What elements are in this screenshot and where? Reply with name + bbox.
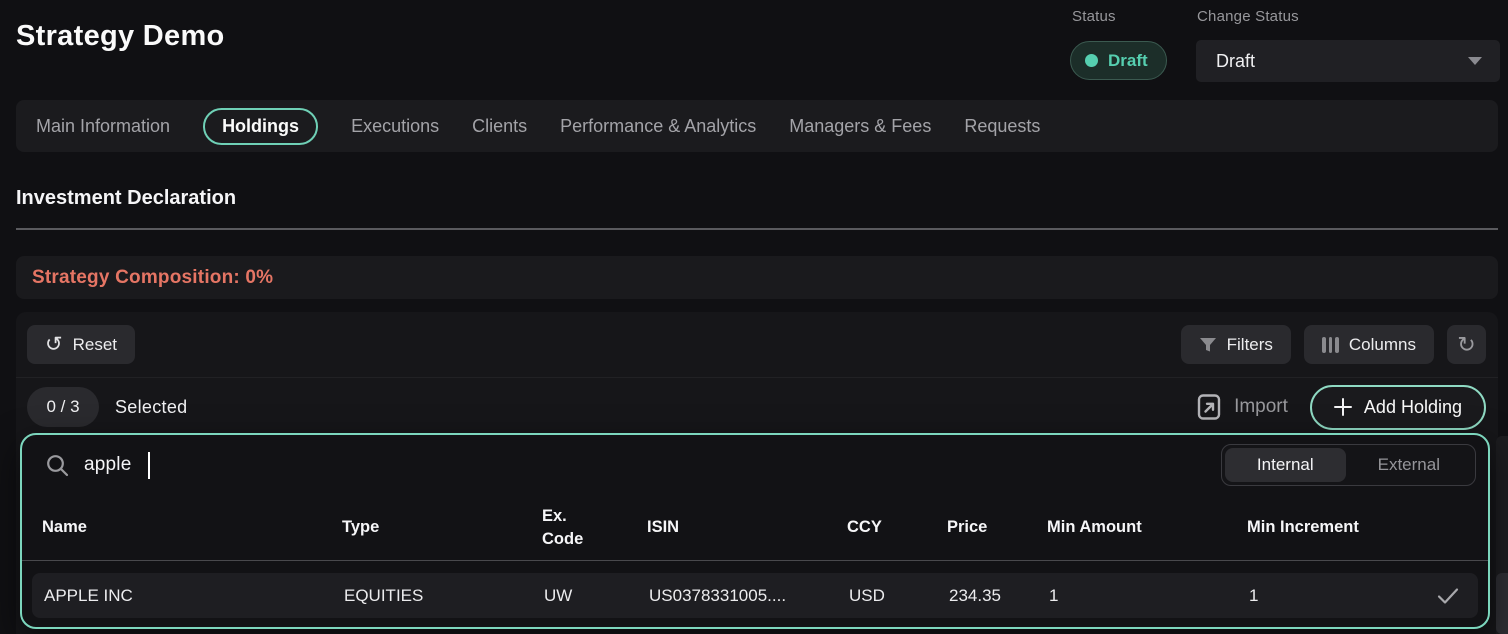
tab-performance-analytics[interactable]: Performance & Analytics (560, 116, 756, 137)
import-button-label: Import (1234, 396, 1288, 418)
tab-clients[interactable]: Clients (472, 116, 527, 137)
tab-main-information[interactable]: Main Information (36, 116, 170, 137)
add-holding-button[interactable]: Add Holding (1310, 385, 1486, 430)
source-toggle: Internal External (1221, 444, 1476, 486)
search-icon (46, 454, 69, 477)
selected-label: Selected (115, 397, 187, 418)
toggle-internal[interactable]: Internal (1225, 448, 1346, 482)
selection-row: 0 / 3 Selected Import Add Holding (16, 378, 1498, 436)
reset-button-label: Reset (73, 335, 117, 355)
strategy-composition-bar: Strategy Composition: 0% (16, 256, 1498, 299)
section-title: Investment Declaration (16, 187, 236, 210)
col-header-ccy: CCY (847, 518, 947, 537)
status-label: Status (1072, 8, 1116, 25)
tab-holdings[interactable]: Holdings (203, 108, 318, 145)
col-header-name: Name (42, 518, 342, 537)
import-button[interactable]: Import (1197, 394, 1288, 420)
col-header-type: Type (342, 518, 542, 537)
selected-count-badge: 0 / 3 (27, 387, 99, 427)
cell-price: 234.35 (949, 586, 1049, 606)
cell-ccy: USD (849, 586, 949, 606)
results-table-header: Name Type Ex. Code ISIN CCY Price Min Am… (22, 495, 1488, 561)
columns-icon (1322, 337, 1339, 353)
chevron-down-icon (1468, 57, 1482, 65)
import-file-icon (1197, 394, 1221, 420)
refresh-icon: ↻ (1457, 334, 1475, 356)
change-status-label: Change Status (1197, 8, 1299, 25)
search-row: apple Internal External (22, 435, 1488, 495)
columns-button-label: Columns (1349, 335, 1416, 355)
table-toolbar: ↺ Reset Filters Columns ↻ (16, 312, 1498, 378)
filters-button-label: Filters (1227, 335, 1273, 355)
filter-icon (1199, 337, 1217, 353)
scrollbar-thumb[interactable] (1496, 573, 1508, 634)
strategy-composition-label: Strategy Composition: 0% (32, 267, 273, 289)
cell-ex-code: UW (544, 586, 649, 606)
reset-icon: ↺ (45, 334, 63, 355)
search-input-value: apple (84, 454, 132, 476)
cell-type: EQUITIES (344, 586, 544, 606)
status-dot-icon (1085, 54, 1098, 67)
status-badge-value: Draft (1108, 51, 1148, 71)
page-title: Strategy Demo (16, 20, 225, 53)
col-header-min-increment: Min Increment (1247, 518, 1428, 537)
instrument-search-dropdown: apple Internal External Name Type Ex. Co… (20, 433, 1490, 629)
section-divider (16, 228, 1498, 230)
cell-min-increment: 1 (1249, 586, 1418, 606)
strategy-page: Strategy Demo Status Draft Change Status… (0, 0, 1508, 634)
toggle-external[interactable]: External (1346, 448, 1472, 482)
row-selected-indicator[interactable] (1418, 587, 1478, 605)
check-icon (1437, 587, 1459, 605)
change-status-select[interactable]: Draft (1196, 40, 1500, 82)
cell-name: APPLE INC (44, 586, 344, 606)
col-header-isin: ISIN (647, 518, 847, 537)
status-badge: Draft (1070, 41, 1167, 80)
text-cursor (148, 452, 151, 479)
tab-executions[interactable]: Executions (351, 116, 439, 137)
change-status-value: Draft (1216, 51, 1255, 72)
table-row-apple-inc[interactable]: APPLE INC EQUITIES UW US0378331005.... U… (32, 573, 1478, 618)
col-header-price: Price (947, 518, 1047, 537)
col-header-min-amount: Min Amount (1047, 518, 1247, 537)
search-input[interactable]: apple (46, 452, 1221, 479)
add-holding-label: Add Holding (1364, 397, 1462, 418)
reset-button[interactable]: ↺ Reset (27, 325, 135, 364)
cell-min-amount: 1 (1049, 586, 1249, 606)
refresh-button[interactable]: ↻ (1447, 325, 1486, 364)
toolbar-right-group: Filters Columns ↻ (1181, 325, 1486, 364)
columns-button[interactable]: Columns (1304, 325, 1434, 364)
tab-bar: Main Information Holdings Executions Cli… (16, 100, 1498, 152)
filters-button[interactable]: Filters (1181, 325, 1291, 364)
tab-requests[interactable]: Requests (964, 116, 1040, 137)
col-header-ex-code: Ex. Code (542, 505, 647, 550)
tab-managers-fees[interactable]: Managers & Fees (789, 116, 931, 137)
plus-icon (1334, 398, 1352, 416)
cell-isin: US0378331005.... (649, 586, 849, 606)
